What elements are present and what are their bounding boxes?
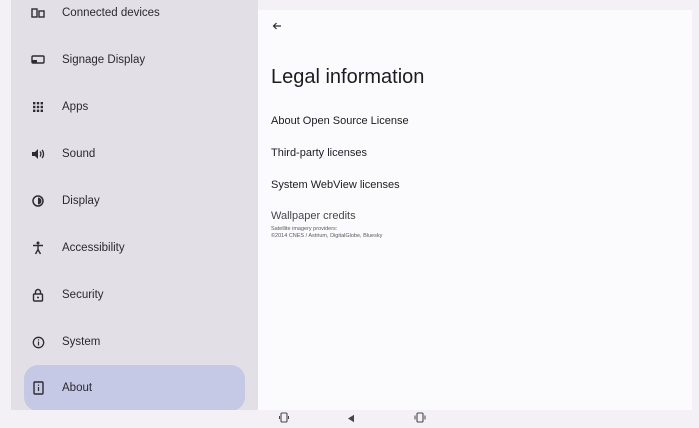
connected-devices-icon bbox=[26, 1, 50, 25]
accessibility-icon bbox=[26, 236, 50, 260]
screen-button[interactable] bbox=[413, 410, 427, 428]
back-triangle-icon bbox=[347, 410, 355, 428]
about-open-source-license-item[interactable]: About Open Source License bbox=[271, 115, 409, 127]
nav-back-button[interactable] bbox=[344, 413, 358, 425]
sidebar-item-label: Sound bbox=[62, 148, 96, 160]
page-title: Legal information bbox=[271, 66, 425, 88]
back-button[interactable] bbox=[268, 18, 286, 36]
sidebar-item-label: Accessibility bbox=[62, 242, 125, 254]
sidebar-item-label: About bbox=[62, 382, 93, 394]
sidebar-item-label: Apps bbox=[62, 101, 89, 113]
system-webview-licenses-item[interactable]: System WebView licenses bbox=[271, 179, 400, 191]
speaker-icon bbox=[26, 142, 50, 166]
settings-sidebar: Connected devices Signage Display Apps S… bbox=[11, 0, 258, 410]
sidebar-item-about[interactable]: About bbox=[24, 365, 245, 410]
sidebar-item-label: Signage Display bbox=[62, 54, 146, 66]
screen-icon bbox=[414, 410, 426, 428]
rotate-icon bbox=[279, 410, 289, 428]
sidebar-item-security[interactable]: Security bbox=[24, 272, 245, 318]
device-info-icon bbox=[26, 376, 50, 400]
sidebar-item-sound[interactable]: Sound bbox=[24, 131, 245, 177]
sidebar-item-accessibility[interactable]: Accessibility bbox=[24, 225, 245, 271]
sidebar-item-label: Security bbox=[62, 289, 104, 301]
info-circle-icon bbox=[26, 330, 50, 354]
legal-information-panel: Legal information About Open Source Lice… bbox=[258, 10, 692, 410]
wallpaper-credits-title: Wallpaper credits bbox=[271, 210, 356, 222]
brightness-icon bbox=[26, 189, 50, 213]
sidebar-item-label: Connected devices bbox=[62, 7, 160, 19]
sidebar-item-apps[interactable]: Apps bbox=[24, 84, 245, 130]
rotate-button[interactable] bbox=[277, 410, 291, 428]
wallpaper-credits-copyright: ©2014 CNES / Astrium, DigitalGlobe, Blue… bbox=[271, 233, 383, 239]
sidebar-item-system[interactable]: System bbox=[24, 319, 245, 365]
sidebar-item-signage-display[interactable]: Signage Display bbox=[24, 37, 245, 83]
lock-icon bbox=[26, 283, 50, 307]
third-party-licenses-item[interactable]: Third-party licenses bbox=[271, 147, 367, 159]
settings-window: Connected devices Signage Display Apps S… bbox=[0, 0, 699, 428]
sidebar-item-label: System bbox=[62, 336, 101, 348]
sidebar-item-display[interactable]: Display bbox=[24, 178, 245, 224]
signage-display-icon bbox=[26, 48, 50, 72]
sidebar-item-label: Display bbox=[62, 195, 100, 207]
wallpaper-credits-providers: Satellite imagery providers: bbox=[271, 226, 338, 232]
sidebar-item-connected-devices[interactable]: Connected devices bbox=[24, 0, 245, 36]
apps-grid-icon bbox=[26, 95, 50, 119]
system-navigation-bar bbox=[0, 410, 699, 428]
arrow-back-icon bbox=[272, 18, 282, 36]
